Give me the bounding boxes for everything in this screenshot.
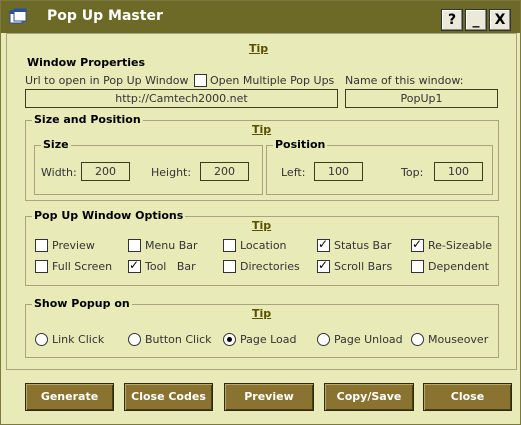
options-tip-link[interactable]: Tip	[252, 219, 271, 232]
position-subgroup: Position Left: 100 Top: 100	[266, 138, 493, 195]
window-properties-legend: Window Properties	[25, 56, 147, 69]
window-name-field[interactable]: PopUp1	[345, 89, 498, 108]
option-scroll-bars-label: Scroll Bars	[334, 260, 393, 273]
radio-page-unload-label: Page Unload	[334, 333, 403, 346]
radio-page-load-label: Page Load	[240, 333, 297, 346]
option-full-screen-label: Full Screen	[52, 260, 113, 273]
open-multiple-label: Open Multiple Pop Ups	[210, 74, 335, 87]
option-location-label: Location	[240, 239, 287, 252]
width-field[interactable]: 200	[81, 162, 130, 181]
top-field[interactable]: 100	[434, 162, 483, 181]
help-button[interactable]: ?	[441, 9, 463, 31]
height-label: Height:	[151, 166, 192, 179]
size-subgroup: Size Width: 200 Height: 200	[34, 138, 263, 195]
top-label: Top:	[401, 166, 424, 179]
option-directories-label: Directories	[240, 260, 300, 273]
window-title: Pop Up Master	[47, 8, 163, 24]
show-popup-group: Show Popup on Tip Link Click Button Clic…	[25, 297, 499, 358]
open-multiple-checkbox[interactable]	[194, 74, 207, 87]
option-resizeable-checkbox[interactable]	[411, 237, 424, 252]
pop-up-master-window: Pop Up Master ? _ X Tip Window Propertie…	[0, 0, 521, 425]
url-label: Url to open in Pop Up Window	[25, 74, 189, 87]
radio-mouseover-label: Mouseover	[428, 333, 489, 346]
popup-options-group: Pop Up Window Options Tip Preview Menu B…	[25, 209, 499, 286]
option-preview-checkbox[interactable]	[35, 239, 48, 252]
radio-page-load[interactable]	[223, 333, 236, 346]
option-directories-checkbox[interactable]	[223, 260, 236, 273]
app-window-icon	[9, 8, 27, 24]
radio-page-unload[interactable]	[317, 333, 330, 346]
close-codes-button[interactable]: Close Codes	[124, 383, 213, 411]
tip-link[interactable]: Tip	[249, 42, 268, 55]
option-tool-bar-checkbox[interactable]	[128, 258, 141, 273]
preview-button[interactable]: Preview	[224, 383, 314, 411]
option-full-screen-checkbox[interactable]	[35, 260, 48, 273]
option-tool-bar-label: Tool Bar	[145, 260, 196, 273]
option-preview-label: Preview	[52, 239, 95, 252]
option-resizeable-label: Re-Sizeable	[428, 239, 493, 252]
radio-button-click[interactable]	[128, 333, 141, 346]
size-position-group: Size and Position Tip Size Width: 200 He…	[25, 113, 499, 201]
position-legend: Position	[273, 138, 328, 151]
option-menu-bar-checkbox[interactable]	[128, 239, 141, 252]
window-properties-group: Window Properties Url to open in Pop Up …	[19, 56, 503, 114]
size-legend: Size	[41, 138, 71, 151]
show-popup-legend: Show Popup on	[32, 297, 132, 310]
title-bar[interactable]: Pop Up Master ? _ X	[1, 1, 520, 33]
height-field[interactable]: 200	[200, 162, 249, 181]
width-label: Width:	[41, 166, 77, 179]
minimize-button[interactable]: _	[465, 9, 487, 31]
size-tip-link[interactable]: Tip	[252, 123, 271, 136]
option-status-bar-label: Status Bar	[334, 239, 392, 252]
option-menu-bar-label: Menu Bar	[145, 239, 198, 252]
left-field[interactable]: 100	[314, 162, 363, 181]
left-label: Left:	[281, 166, 306, 179]
option-status-bar-checkbox[interactable]	[317, 237, 330, 252]
option-dependent-checkbox[interactable]	[411, 260, 424, 273]
radio-link-click-label: Link Click	[52, 333, 105, 346]
size-position-legend: Size and Position	[32, 113, 143, 126]
popup-options-legend: Pop Up Window Options	[32, 209, 186, 222]
generate-button[interactable]: Generate	[25, 383, 114, 411]
radio-mouseover[interactable]	[411, 333, 424, 346]
radio-button-click-label: Button Click	[145, 333, 212, 346]
close-button[interactable]: Close	[423, 383, 512, 411]
main-panel: Tip Window Properties Url to open in Pop…	[6, 33, 517, 370]
option-scroll-bars-checkbox[interactable]	[317, 258, 330, 273]
url-field[interactable]: http://Camtech2000.net	[25, 89, 338, 108]
copy-save-button[interactable]: Copy/Save	[324, 383, 414, 411]
radio-link-click[interactable]	[35, 333, 48, 346]
show-popup-tip-link[interactable]: Tip	[252, 307, 271, 320]
option-location-checkbox[interactable]	[223, 239, 236, 252]
window-name-label: Name of this window:	[345, 74, 464, 87]
close-window-button[interactable]: X	[489, 9, 511, 31]
option-dependent-label: Dependent	[428, 260, 489, 273]
